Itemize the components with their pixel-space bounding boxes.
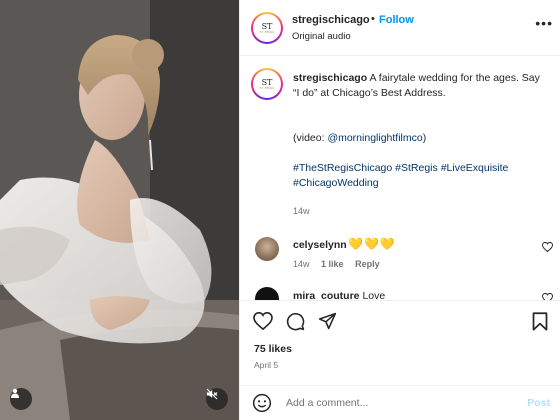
comment-item: mira_couture Love (293, 290, 385, 300)
brand-logo-text: ST REGIS (259, 86, 275, 90)
tagged-user-button[interactable] (10, 388, 32, 410)
post-details-panel: ST ST REGIS stregischicago • Follow Orig… (239, 0, 560, 420)
like-button[interactable] (252, 310, 274, 332)
caption-timestamp[interactable]: 14w (293, 206, 310, 216)
comment-likes[interactable]: 1 like (321, 259, 344, 269)
comment-icon (286, 312, 304, 330)
comment-username[interactable]: mira_couture (293, 290, 360, 300)
video-credit-prefix: (video: (293, 132, 328, 144)
audio-label[interactable]: Original audio (292, 31, 351, 42)
hashtag-link[interactable]: #TheStRegisChicago (293, 162, 392, 174)
mute-button[interactable] (206, 388, 228, 410)
hashtag-link[interactable]: #StRegis (395, 162, 438, 174)
heart-icon (541, 241, 554, 253)
post-media[interactable] (0, 0, 239, 420)
post-caption: stregischicago A fairytale wedding for t… (293, 71, 548, 191)
mute-icon (206, 388, 218, 400)
more-icon[interactable]: ••• (535, 16, 553, 30)
bookmark-icon (532, 311, 548, 331)
hashtag-link[interactable]: #ChicagoWedding (293, 177, 379, 189)
caption-avatar[interactable]: ST ST REGIS (251, 68, 283, 100)
emoji-button[interactable] (252, 393, 272, 416)
share-button[interactable] (316, 310, 338, 332)
save-button[interactable] (529, 310, 551, 332)
add-comment-bar: Post (240, 385, 560, 420)
brand-logo-mark: ST (261, 21, 273, 31)
user-icon (11, 388, 19, 398)
hashtag-link[interactable]: #LiveExquisite (441, 162, 509, 174)
comment-avatar[interactable] (255, 287, 279, 300)
comment-text: 💛💛💛 (348, 237, 396, 251)
post-date[interactable]: April 5 (254, 360, 278, 370)
comments-list[interactable]: ST ST REGIS stregischicago A fairytale w… (240, 57, 560, 300)
likes-count[interactable]: 75 likes (254, 343, 292, 355)
post-actions: 75 likes April 5 (240, 300, 560, 385)
brand-logo-mark: ST (261, 77, 273, 87)
emoji-icon (252, 393, 272, 413)
reply-button[interactable]: Reply (355, 259, 380, 269)
comment-like-button[interactable] (541, 292, 554, 300)
comment-like-button[interactable] (541, 241, 554, 255)
share-icon (318, 312, 336, 330)
header-username[interactable]: stregischicago (292, 14, 370, 26)
bride-photo (0, 0, 239, 420)
comment-button[interactable] (284, 310, 306, 332)
follow-button[interactable]: Follow (379, 14, 414, 26)
brand-logo-text: ST REGIS (259, 30, 275, 34)
video-credit-link[interactable]: @morninglightfilmco (327, 132, 422, 144)
post-header: ST ST REGIS stregischicago • Follow Orig… (240, 0, 560, 56)
video-credit-suffix: ) (422, 132, 427, 144)
profile-avatar[interactable]: ST ST REGIS (251, 12, 283, 44)
comment-text: Love (359, 290, 386, 300)
caption-username[interactable]: stregischicago (293, 72, 367, 84)
comment-timestamp[interactable]: 14w (293, 259, 310, 269)
header-separator: • (371, 13, 375, 25)
comment-input[interactable] (286, 394, 516, 412)
heart-icon (541, 292, 554, 300)
comment-avatar[interactable] (255, 237, 279, 261)
comment-meta: 14w 1 like Reply (293, 259, 389, 269)
comment-username[interactable]: celyselynn (293, 239, 347, 251)
heart-icon (253, 312, 273, 330)
post-comment-button[interactable]: Post (527, 397, 550, 409)
